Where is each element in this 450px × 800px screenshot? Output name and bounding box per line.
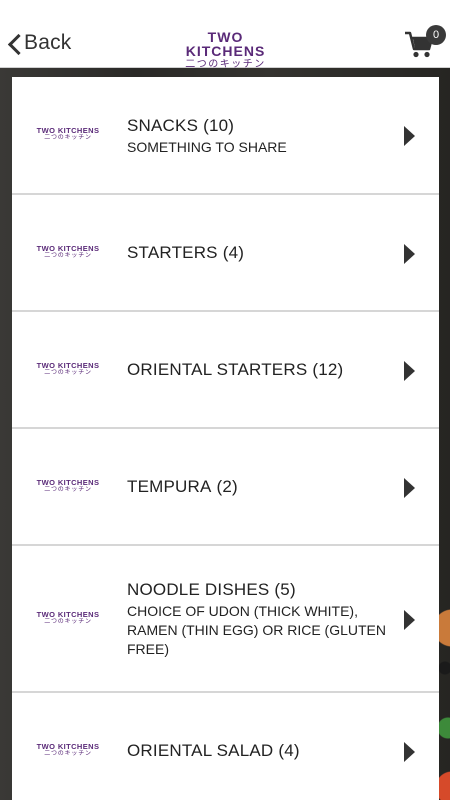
chevron-left-icon [8, 33, 20, 53]
category-row[interactable]: TWO KITCHENS 二つのキッチン NOODLE DISHES (5) CHOIC… [12, 546, 439, 693]
category-row[interactable]: TWO KITCHENS 二つのキッチン SNACKS (10) SOMETHING T… [12, 77, 439, 195]
back-label: Back [24, 31, 72, 54]
category-subtitle: CHOICE OF UDON (THICK WHITE), RAMEN (THI… [127, 603, 387, 657]
brand-name: TWO KITCHENS [185, 29, 266, 59]
category-count: (10) [203, 115, 235, 135]
category-row[interactable]: TWO KITCHENS 二つのキッチン STARTERS (4) [12, 195, 439, 312]
app-header: Back TWO KITCHENS 二つのキッチン 0 [0, 0, 450, 70]
category-logo-en: TWO KITCHENS [36, 126, 100, 135]
category-name: SNACKS [127, 115, 199, 135]
category-list: TWO KITCHENS 二つのキッチン SNACKS (10) SOMETHING T… [12, 77, 439, 800]
play-arrow-icon [404, 243, 415, 264]
category-count: (5) [274, 580, 296, 599]
play-arrow-icon [404, 477, 415, 498]
brand-logo: TWO KITCHENS 二つのキッチン [169, 30, 282, 70]
category-title: TEMPURA (2) [127, 476, 392, 498]
category-logo-en: TWO KITCHENS [36, 360, 100, 370]
play-arrow-icon [404, 609, 415, 630]
category-title: SNACKS (10) [127, 115, 392, 137]
category-title: NOODLE DISHES (5) [127, 579, 392, 601]
category-name: STARTERS [127, 242, 218, 262]
play-arrow-icon [404, 741, 415, 762]
category-logo-jp: 二つのキッチン [44, 369, 92, 376]
category-logo-jp: 二つのキッチン [44, 135, 92, 141]
category-text: NOODLE DISHES (5) CHOICE OF UDON (THICK WH… [127, 579, 392, 659]
category-row[interactable]: TWO KITCHENS 二つのキッチン ORIENTAL STARTERS (12) [12, 312, 439, 429]
brand-name-jp: 二つのキッチン [185, 59, 266, 70]
category-count: (4) [278, 740, 300, 760]
category-logo-en: TWO KITCHENS [36, 741, 100, 751]
category-logo-jp: 二つのキッチン [44, 750, 92, 757]
play-arrow-icon [404, 360, 415, 381]
category-text: ORIENTAL SALAD (4) [127, 740, 392, 762]
category-logo: TWO KITCHENS 二つのキッチン [36, 741, 100, 758]
category-text: TEMPURA (2) [127, 476, 392, 498]
category-logo: TWO KITCHENS 二つのキッチン [36, 127, 100, 142]
category-text: STARTERS (4) [127, 242, 392, 264]
category-logo: TWO KITCHENS 二つのキッチン [36, 477, 100, 494]
category-subtitle: SOMETHING TO SHARE [127, 138, 287, 155]
category-row[interactable]: TWO KITCHENS 二つのキッチン TEMPURA (2) [12, 429, 439, 546]
cart-button[interactable]: 0 [404, 25, 446, 61]
category-count: (12) [312, 359, 344, 379]
cart-count-badge: 0 [426, 25, 446, 45]
play-arrow-icon [404, 126, 415, 146]
category-row[interactable]: TWO KITCHENS 二つのキッチン ORIENTAL SALAD (4) [12, 693, 439, 800]
category-logo: TWO KITCHENS 二つのキッチン [36, 243, 100, 260]
category-text: ORIENTAL STARTERS (12) [127, 359, 392, 381]
category-title: STARTERS (4) [127, 242, 392, 264]
category-name: ORIENTAL STARTERS [127, 359, 308, 379]
category-logo-jp: 二つのキッチン [44, 486, 92, 493]
category-logo: TWO KITCHENS 二つのキッチン [36, 609, 100, 626]
category-name: NOODLE DISHES [127, 580, 270, 599]
category-title: ORIENTAL SALAD (4) [127, 740, 392, 762]
category-count: (4) [222, 242, 245, 262]
category-logo-en: TWO KITCHENS [36, 477, 100, 487]
category-name: ORIENTAL SALAD [127, 740, 274, 760]
category-text: SNACKS (10) SOMETHING TO SHARE [127, 115, 392, 157]
category-logo: TWO KITCHENS 二つのキッチン [36, 360, 100, 377]
category-logo-jp: 二つのキッチン [44, 252, 92, 259]
category-logo-en: TWO KITCHENS [36, 243, 100, 253]
category-logo-jp: 二つのキッチン [44, 618, 92, 625]
back-button[interactable]: Back [8, 26, 72, 60]
category-logo-en: TWO KITCHENS [36, 609, 100, 619]
category-title: ORIENTAL STARTERS (12) [127, 359, 392, 381]
category-count: (2) [216, 476, 238, 496]
category-name: TEMPURA [127, 476, 212, 496]
